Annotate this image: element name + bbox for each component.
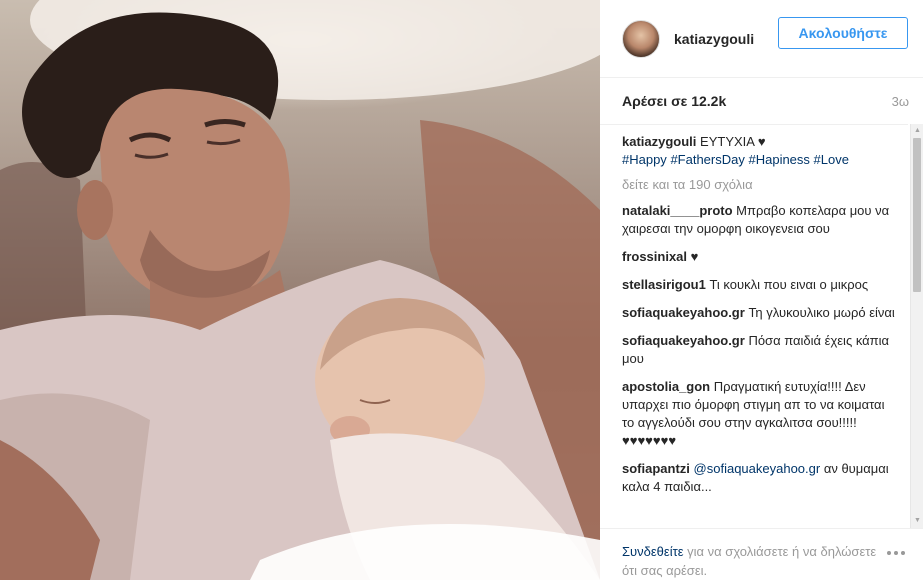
username[interactable]: katiazygouli: [674, 31, 754, 47]
hashtags: #Happy #FathersDay #Hapiness #Love: [622, 151, 898, 169]
likes-row: Αρέσει σε 12.2k 3ω: [600, 78, 923, 124]
hashtag[interactable]: #Love: [814, 152, 849, 167]
comment: natalaki____proto Μπραβο κοπελαρα μου να…: [622, 202, 898, 238]
comment-username[interactable]: sofiaquakeyahoo.gr: [622, 305, 745, 320]
hashtag[interactable]: #Hapiness: [748, 152, 809, 167]
comments-list: katiazygouli ΕΥΤΥΧΙΑ ♥ #Happy #FathersDa…: [600, 124, 908, 528]
comment-username[interactable]: natalaki____proto: [622, 203, 733, 218]
avatar[interactable]: [622, 19, 660, 58]
comment-text: Τι κουκλι που ειναι ο μικρος: [709, 277, 869, 292]
post-photo[interactable]: [0, 0, 600, 580]
comment-username[interactable]: apostolia_gon: [622, 379, 710, 394]
comment: sofiaquakeyahoo.gr Τη γλυκουλικο μωρό εί…: [622, 304, 898, 322]
comment-mention[interactable]: @sofiaquakeyahoo.gr: [694, 461, 821, 476]
caption: katiazygouli ΕΥΤΥΧΙΑ ♥ #Happy #FathersDa…: [622, 133, 898, 169]
scroll-down-arrow-icon[interactable]: ▼: [914, 517, 921, 525]
post-side-panel: katiazygouli Ακολουθήστε Αρέσει σε 12.2k…: [600, 0, 923, 580]
comment: apostolia_gon Πραγματική ευτυχία!!!! Δεν…: [622, 378, 898, 450]
comment: frossinixal ♥: [622, 248, 898, 266]
comment-username[interactable]: frossinixal: [622, 249, 687, 264]
comment-text: Τη γλυκουλικο μωρό είναι: [748, 305, 895, 320]
comment-username[interactable]: sofiapantzi: [622, 461, 690, 476]
post-header: katiazygouli Ακολουθήστε: [600, 0, 923, 78]
scrollbar-thumb[interactable]: [913, 138, 921, 292]
hashtag[interactable]: #FathersDay: [670, 152, 744, 167]
comment-username[interactable]: sofiaquakeyahoo.gr: [622, 333, 745, 348]
comment-username[interactable]: stellasirigou1: [622, 277, 706, 292]
login-prompt: Συνδεθείτε για να σχολιάσετε ή να δηλώσε…: [600, 528, 923, 580]
login-link[interactable]: Συνδεθείτε: [622, 544, 684, 559]
caption-text: ΕΥΤΥΧΙΑ ♥: [700, 134, 766, 149]
view-all-comments-link[interactable]: δείτε και τα 190 σχόλια: [622, 177, 898, 192]
more-options-icon[interactable]: [887, 551, 905, 555]
likes-count[interactable]: Αρέσει σε 12.2k: [622, 93, 726, 109]
scroll-up-arrow-icon[interactable]: ▲: [914, 127, 921, 135]
comment: sofiapantzi @sofiaquakeyahoo.gr αν θυμαμ…: [622, 460, 898, 496]
hashtag[interactable]: #Happy: [622, 152, 667, 167]
comment: stellasirigou1 Τι κουκλι που ειναι ο μικ…: [622, 276, 898, 294]
comments-scrollbar[interactable]: ▲ ▼: [910, 124, 923, 528]
photo-illustration: [0, 0, 600, 580]
post-time[interactable]: 3ω: [892, 94, 909, 109]
follow-button[interactable]: Ακολουθήστε: [778, 17, 908, 49]
comment: sofiaquakeyahoo.gr Πόσα παιδιά έχεις κάπ…: [622, 332, 898, 368]
comment-text: ♥: [690, 249, 699, 264]
caption-username[interactable]: katiazygouli: [622, 134, 696, 149]
